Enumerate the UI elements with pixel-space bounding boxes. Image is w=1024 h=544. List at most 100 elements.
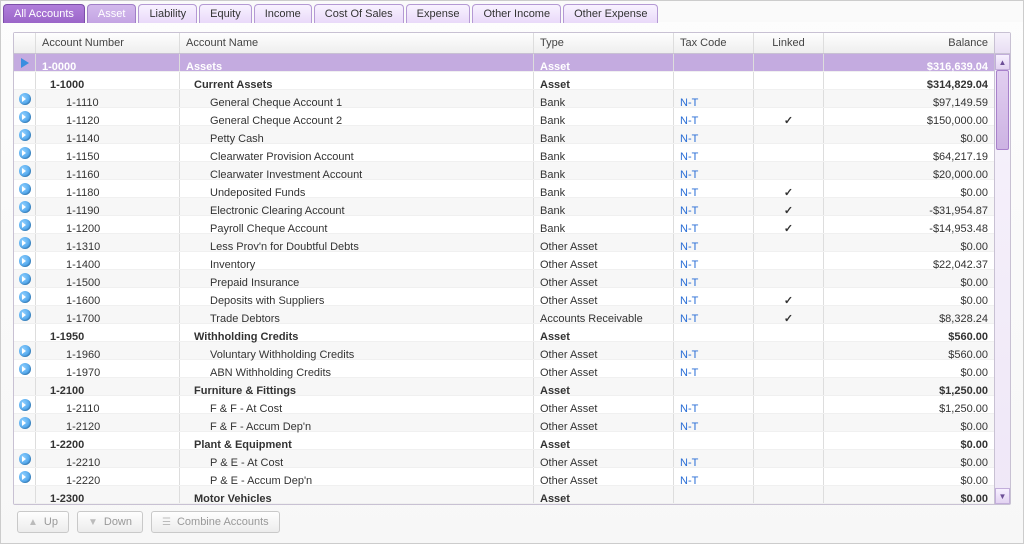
col-header-number[interactable]: Account Number	[36, 33, 180, 53]
cell-tax-code[interactable]: N-T	[674, 234, 754, 251]
table-row[interactable]: 1-2120F & F - Accum Dep'nOther AssetN-T$…	[14, 414, 994, 432]
table-row[interactable]: 1-1970ABN Withholding CreditsOther Asset…	[14, 360, 994, 378]
detail-arrow-icon[interactable]	[19, 147, 31, 159]
table-row[interactable]: 1-2200Plant & EquipmentAsset$0.00	[14, 432, 994, 450]
scroll-up-icon[interactable]: ▲	[995, 54, 1010, 70]
table-row[interactable]: 1-1150Clearwater Provision AccountBankN-…	[14, 144, 994, 162]
cell-tax-code[interactable]: N-T	[674, 144, 754, 161]
cell-account-number: 1-1120	[36, 108, 180, 125]
table-row[interactable]: 1-1500Prepaid InsuranceOther AssetN-T$0.…	[14, 270, 994, 288]
up-button[interactable]: ▲ Up	[17, 511, 69, 533]
cell-tax-code[interactable]: N-T	[674, 180, 754, 197]
cell-tax-code[interactable]: N-T	[674, 252, 754, 269]
detail-arrow-icon[interactable]	[19, 219, 31, 231]
cell-linked: ✓	[754, 198, 824, 215]
cell-tax-code[interactable]: N-T	[674, 306, 754, 323]
detail-arrow-icon[interactable]	[19, 291, 31, 303]
table-row[interactable]: 1-1400InventoryOther AssetN-T$22,042.37	[14, 252, 994, 270]
cell-tax-code[interactable]: N-T	[674, 108, 754, 125]
tab-income[interactable]: Income	[254, 4, 312, 23]
table-row[interactable]: 1-1190Electronic Clearing AccountBankN-T…	[14, 198, 994, 216]
table-row[interactable]: 1-1600Deposits with SuppliersOther Asset…	[14, 288, 994, 306]
table-row[interactable]: 1-1120General Cheque Account 2BankN-T✓$1…	[14, 108, 994, 126]
cell-tax-code[interactable]: N-T	[674, 198, 754, 215]
detail-arrow-icon[interactable]	[19, 363, 31, 375]
scroll-down-icon[interactable]: ▼	[995, 488, 1010, 504]
down-button[interactable]: ▼ Down	[77, 511, 143, 533]
cell-account-number: 1-2220	[36, 468, 180, 485]
table-row[interactable]: 1-2110F & F - At CostOther AssetN-T$1,25…	[14, 396, 994, 414]
scroll-thumb[interactable]	[996, 70, 1009, 150]
cell-balance: $0.00	[824, 126, 994, 143]
table-row[interactable]: 1-1200Payroll Cheque AccountBankN-T✓-$14…	[14, 216, 994, 234]
table-row[interactable]: 1-1700Trade DebtorsAccounts ReceivableN-…	[14, 306, 994, 324]
table-row[interactable]: 1-0000AssetsAsset$316,639.04	[14, 54, 994, 72]
col-header-icon[interactable]	[14, 33, 36, 53]
cell-tax-code[interactable]: N-T	[674, 126, 754, 143]
tab-all-accounts[interactable]: All Accounts	[3, 4, 85, 23]
tab-liability[interactable]: Liability	[138, 4, 197, 23]
col-header-tax[interactable]: Tax Code	[674, 33, 754, 53]
table-row[interactable]: 1-1160Clearwater Investment AccountBankN…	[14, 162, 994, 180]
row-icon-cell	[14, 324, 36, 341]
cell-tax-code[interactable]: N-T	[674, 216, 754, 233]
detail-arrow-icon[interactable]	[19, 111, 31, 123]
cell-linked: ✓	[754, 216, 824, 233]
cell-tax-code[interactable]: N-T	[674, 396, 754, 413]
cell-type: Asset	[534, 378, 674, 395]
detail-arrow-icon[interactable]	[19, 453, 31, 465]
table-row[interactable]: 1-1000Current AssetsAsset$314,829.04	[14, 72, 994, 90]
cell-account-number: 1-2120	[36, 414, 180, 431]
tab-cost-of-sales[interactable]: Cost Of Sales	[314, 4, 404, 23]
tab-expense[interactable]: Expense	[406, 4, 471, 23]
detail-arrow-icon[interactable]	[19, 255, 31, 267]
detail-arrow-icon[interactable]	[19, 93, 31, 105]
detail-arrow-icon[interactable]	[19, 345, 31, 357]
table-row[interactable]: 1-2220P & E - Accum Dep'nOther AssetN-T$…	[14, 468, 994, 486]
table-row[interactable]: 1-2210P & E - At CostOther AssetN-T$0.00	[14, 450, 994, 468]
detail-arrow-icon[interactable]	[19, 237, 31, 249]
detail-arrow-icon[interactable]	[19, 273, 31, 285]
tab-other-income[interactable]: Other Income	[472, 4, 561, 23]
detail-arrow-icon[interactable]	[19, 309, 31, 321]
table-row[interactable]: 1-2100Furniture & FittingsAsset$1,250.00	[14, 378, 994, 396]
detail-arrow-icon[interactable]	[19, 471, 31, 483]
table-row[interactable]: 1-1140Petty CashBankN-T$0.00	[14, 126, 994, 144]
col-header-linked[interactable]: Linked	[754, 33, 824, 53]
vertical-scrollbar[interactable]: ▲ ▼	[994, 54, 1010, 504]
cell-tax-code[interactable]: N-T	[674, 270, 754, 287]
detail-arrow-icon[interactable]	[19, 399, 31, 411]
cell-tax-code[interactable]: N-T	[674, 162, 754, 179]
table-row[interactable]: 1-1310Less Prov'n for Doubtful DebtsOthe…	[14, 234, 994, 252]
cell-tax-code[interactable]: N-T	[674, 414, 754, 431]
detail-arrow-icon[interactable]	[19, 165, 31, 177]
col-header-balance[interactable]: Balance	[824, 33, 994, 53]
table-row[interactable]: 1-1110General Cheque Account 1BankN-T$97…	[14, 90, 994, 108]
cell-tax-code[interactable]: N-T	[674, 360, 754, 377]
col-header-name[interactable]: Account Name	[180, 33, 534, 53]
cell-tax-code[interactable]: N-T	[674, 90, 754, 107]
table-row[interactable]: 1-1950Withholding CreditsAsset$560.00	[14, 324, 994, 342]
cell-balance: $64,217.19	[824, 144, 994, 161]
detail-arrow-icon[interactable]	[19, 129, 31, 141]
cell-linked	[754, 396, 824, 413]
tab-other-expense[interactable]: Other Expense	[563, 4, 658, 23]
combine-accounts-button[interactable]: ☰ Combine Accounts	[151, 511, 280, 533]
cell-linked	[754, 234, 824, 251]
detail-arrow-icon[interactable]	[19, 417, 31, 429]
detail-arrow-icon[interactable]	[19, 201, 31, 213]
tab-asset[interactable]: Asset	[87, 4, 137, 23]
tab-equity[interactable]: Equity	[199, 4, 252, 23]
cell-tax-code[interactable]: N-T	[674, 450, 754, 467]
table-row[interactable]: 1-2300Motor VehiclesAsset$0.00	[14, 486, 994, 504]
cell-tax-code[interactable]: N-T	[674, 468, 754, 485]
cell-tax-code[interactable]: N-T	[674, 342, 754, 359]
detail-arrow-icon[interactable]	[19, 183, 31, 195]
col-header-scroll	[994, 33, 1010, 53]
scroll-track[interactable]	[995, 70, 1010, 488]
col-header-type[interactable]: Type	[534, 33, 674, 53]
table-row[interactable]: 1-1960Voluntary Withholding CreditsOther…	[14, 342, 994, 360]
cell-linked	[754, 252, 824, 269]
table-row[interactable]: 1-1180Undeposited FundsBankN-T✓$0.00	[14, 180, 994, 198]
cell-tax-code[interactable]: N-T	[674, 288, 754, 305]
